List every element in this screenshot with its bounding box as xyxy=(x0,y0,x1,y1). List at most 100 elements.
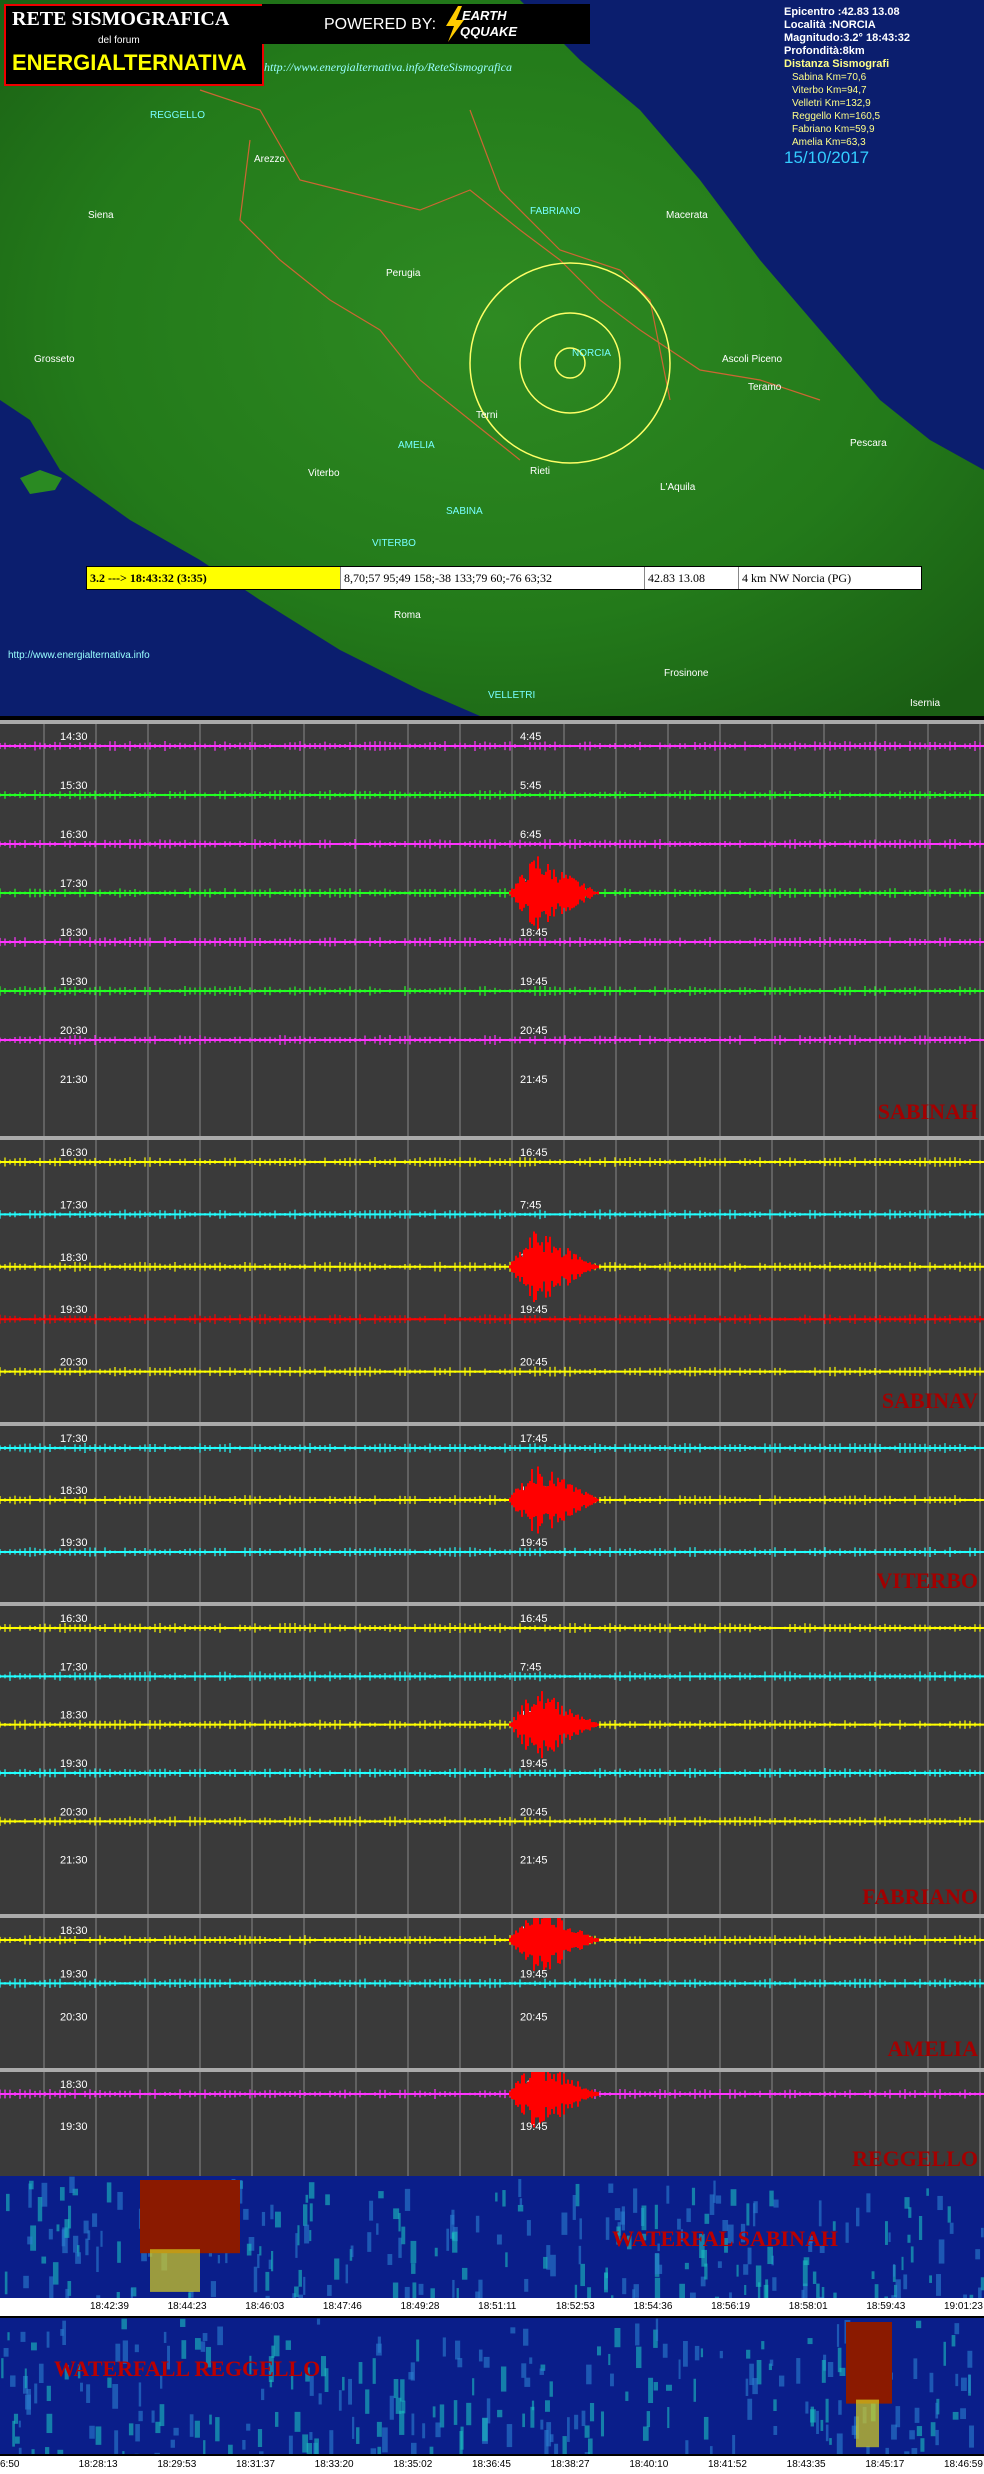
spectrum-speck xyxy=(709,2446,713,2461)
time-tick-right: 5:45 xyxy=(520,780,541,792)
time-tick-right: 20:45 xyxy=(520,1025,548,1037)
spectrum-speck xyxy=(752,2203,756,2227)
spectrum-speck xyxy=(736,2264,739,2277)
spectrum-speck xyxy=(429,2446,434,2465)
spectrum-speck xyxy=(839,2367,846,2377)
waterfall-tick: 18:29:53 xyxy=(157,2459,197,2470)
spectrum-speck xyxy=(303,2276,306,2295)
spectrum-speck xyxy=(562,2436,567,2457)
waterfall-tick: 18:52:53 xyxy=(555,2301,595,2312)
spectrum-speck xyxy=(411,2263,416,2274)
distance-item: Velletri Km=132,9 xyxy=(792,98,871,109)
spectrum-speck xyxy=(121,2318,127,2330)
logo-text: RETE SISMOGRAFICA xyxy=(12,8,230,30)
map-label: L'Aquila xyxy=(660,482,696,493)
spectrum-speck xyxy=(918,2215,923,2240)
spectrum-speck xyxy=(910,2246,914,2263)
spectrum-speck xyxy=(911,2448,918,2470)
spectrum-speck xyxy=(812,2271,817,2284)
distance-item: Fabriano Km=59,9 xyxy=(792,124,875,135)
spectrum-speck xyxy=(745,2378,749,2397)
spectrum-speck xyxy=(700,2348,704,2358)
spectrum-speck xyxy=(376,2343,382,2356)
spectrum-speck xyxy=(202,2333,208,2342)
spectrum-speck xyxy=(608,2353,611,2366)
spectrum-speck xyxy=(112,2384,119,2409)
spectrum-speck xyxy=(457,2358,463,2368)
spectrum-speck xyxy=(25,2394,31,2410)
spectrum-speck xyxy=(261,2211,266,2226)
spectrum-speck xyxy=(422,2423,426,2439)
spectrum-speck xyxy=(342,2376,345,2391)
powered-by-label: POWERED BY: xyxy=(324,16,437,33)
spectrum-speck xyxy=(960,2377,967,2391)
time-tick-right: 19:45 xyxy=(520,976,548,988)
waterfall-time-axis: 18:42:39 18:44:23 18:46:03 18:47:46 18:49:28… xyxy=(0,2298,984,2316)
spectrum-speck xyxy=(7,2332,10,2341)
spectrum-speck xyxy=(540,2419,544,2430)
spectrum-speck xyxy=(393,2208,400,2220)
spectrum-speck xyxy=(452,2231,458,2253)
header-url[interactable]: http://www.energialternativa.info/ReteSi… xyxy=(264,60,512,75)
spectrum-speck xyxy=(567,2417,570,2442)
spectrum-speck xyxy=(85,2238,89,2256)
spectrum-speck xyxy=(128,2423,134,2436)
spectrum-speck xyxy=(194,2338,201,2350)
spectrum-speck xyxy=(334,2258,340,2280)
spectrum-speck xyxy=(678,2359,681,2380)
time-tick-left: 18:30 xyxy=(60,1252,88,1264)
spectrum-speck xyxy=(329,2430,334,2455)
spectrum-speck xyxy=(502,2190,506,2207)
spectrum-speck xyxy=(773,2199,779,2208)
spectrum-speck xyxy=(796,2358,801,2384)
spectrum-speck xyxy=(845,2222,849,2243)
spectrum-speck xyxy=(578,2245,582,2265)
spectrum-speck xyxy=(100,2230,103,2247)
spectrum-speck xyxy=(327,2284,332,2296)
spectrum-speck xyxy=(655,2318,659,2342)
time-tick-right: 19:45 xyxy=(520,1968,548,1980)
spectrum-speck xyxy=(304,2224,310,2244)
spectrum-speck xyxy=(46,2331,50,2348)
spectrum-speck xyxy=(838,2400,842,2415)
spectrum-speck xyxy=(666,2384,672,2391)
spectrum-speck xyxy=(938,2239,945,2264)
spectrum-speck xyxy=(524,2278,529,2292)
distance-item: Reggello Km=160,5 xyxy=(792,111,881,122)
quake-energy-blob xyxy=(846,2322,892,2404)
spectrum-speck xyxy=(80,2382,83,2392)
spectrum-speck xyxy=(217,2326,223,2346)
time-tick-left: 19:30 xyxy=(60,1968,88,1980)
map-label: AMELIA xyxy=(398,440,435,451)
quake-waveform xyxy=(509,856,599,930)
spectrum-speck xyxy=(888,2232,891,2243)
spectrum-speck xyxy=(915,2320,922,2329)
time-tick-left: 21:30 xyxy=(60,1855,88,1867)
spectrum-speck xyxy=(610,2373,614,2387)
spectrum-speck xyxy=(398,2237,402,2258)
spectrum-speck xyxy=(903,2274,908,2290)
waterfall-tick: 18:42:39 xyxy=(90,2301,129,2312)
map-footer-url[interactable]: http://www.energialternativa.info xyxy=(8,650,150,661)
spectrum-speck xyxy=(975,2249,981,2260)
spectrum-speck xyxy=(600,2411,605,2437)
spectrum-speck xyxy=(478,2279,483,2304)
spectrum-speck xyxy=(561,2212,568,2235)
spectrum-speck xyxy=(523,2328,529,2346)
time-tick-left: 19:30 xyxy=(60,976,88,988)
spectrum-speck xyxy=(295,2233,298,2258)
spectrum-speck xyxy=(350,2245,354,2258)
spectrum-speck xyxy=(246,2243,252,2256)
spectrum-speck xyxy=(884,2221,888,2245)
time-tick-right: 21:45 xyxy=(520,1855,548,1867)
spectrum-speck xyxy=(519,2198,523,2207)
map-label: Perugia xyxy=(386,268,421,279)
spectrum-speck xyxy=(679,2283,685,2309)
spectrum-speck xyxy=(620,2211,625,2225)
time-tick-left: 18:30 xyxy=(60,1710,88,1722)
spectrum-speck xyxy=(947,2206,951,2223)
spectrum-speck xyxy=(225,2251,228,2264)
spectrum-speck xyxy=(30,2342,37,2351)
spectrum-speck xyxy=(398,2212,401,2232)
spectrum-speck xyxy=(392,2282,399,2299)
